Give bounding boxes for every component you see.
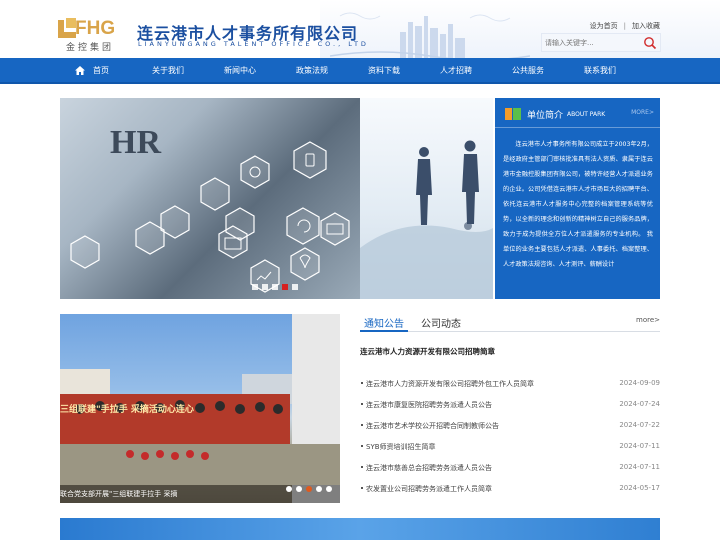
add-favorite-link[interactable]: 加入收藏 <box>632 22 660 30</box>
bullet-icon <box>361 487 363 489</box>
news-item-title: SYB师资培训招生简章 <box>366 443 436 451</box>
news-item[interactable]: SYB师资培训招生简章 2024-07-11 <box>360 440 660 454</box>
news-item-title: 连云港市康复医院招聘劳务派遣人员公告 <box>366 401 492 409</box>
hero-banner[interactable]: HR <box>60 98 493 299</box>
top-links: 设为首页 | 加入收藏 <box>590 21 660 31</box>
banner-dot[interactable] <box>292 284 298 290</box>
logo-subtitle: 金控集团 <box>66 43 115 53</box>
news-photo-slider[interactable]: 三组联建"手拉手 采摘活动心连心 联合党支部开展"三组联建手拉手 采摘 <box>60 314 340 503</box>
photo-dot[interactable] <box>326 486 332 492</box>
news-item-date: 2024-09-09 <box>619 379 660 387</box>
site-header: FHG 金控集团 连云港市人才事务所有限公司 LIANYUNGANG TALEN… <box>0 0 720 58</box>
page: FHG 金控集团 连云港市人才事务所有限公司 LIANYUNGANG TALEN… <box>0 0 720 540</box>
nav-label: 首页 <box>93 66 109 75</box>
set-homepage-link[interactable]: 设为首页 <box>590 22 618 30</box>
banner-dot[interactable] <box>262 284 268 290</box>
news-item-title: 连云港市慈善总会招聘劳务派遣人员公告 <box>366 464 492 472</box>
tab-company-news[interactable]: 公司动态 <box>421 315 461 330</box>
nav-item-downloads[interactable]: 资料下载 <box>368 58 400 84</box>
bullet-icon <box>361 424 363 426</box>
tab-notices[interactable]: 通知公告 <box>360 315 408 332</box>
news-item-date: 2024-07-11 <box>619 442 660 450</box>
news-item-date: 2024-05-17 <box>619 484 660 492</box>
news-item[interactable]: 连云港市慈善总会招聘劳务派遣人员公告 2024-07-11 <box>360 461 660 475</box>
nav-item-contact[interactable]: 联系我们 <box>584 58 616 84</box>
bullet-icon <box>361 466 363 468</box>
company-logo[interactable]: FHG 金控集团 <box>58 18 128 53</box>
bullet-icon <box>361 382 363 384</box>
news-more-link[interactable]: more> <box>636 316 660 324</box>
banner-dot[interactable] <box>252 284 258 290</box>
logo-mark-icon <box>58 18 76 38</box>
company-intro-panel: 单位简介 ABOUT PARK MORE> 连云港市人才事务所有限公司成立于20… <box>495 98 660 299</box>
photo-pagination <box>286 486 338 494</box>
news-headline[interactable]: 连云港市人力资源开发有限公司招聘简章 <box>360 346 495 357</box>
business-people-silhouettes <box>360 140 493 299</box>
bottom-banner-strip <box>60 518 660 540</box>
nav-item-policy[interactable]: 政策法规 <box>296 58 328 84</box>
about-park-icon <box>505 108 521 120</box>
banner-business-people-image <box>360 98 493 299</box>
search-icon[interactable] <box>643 36 657 50</box>
news-item-title: 农发置业公司招聘劳务派遣工作人员简章 <box>366 485 492 493</box>
nav-item-news[interactable]: 新闻中心 <box>224 58 256 84</box>
main-nav: 首页 关于我们 新闻中心 政策法规 资料下载 人才招聘 公共服务 联系我们 <box>0 58 720 84</box>
photo-dot-active[interactable] <box>306 486 312 492</box>
news-item-date: 2024-07-24 <box>619 400 660 408</box>
photo-banner-text: 三组联建"手拉手 采摘活动心连心 <box>60 405 194 415</box>
news-item[interactable]: 农发置业公司招聘劳务派遣工作人员简章 2024-05-17 <box>360 482 660 496</box>
search-box <box>541 33 661 52</box>
bullet-icon <box>361 403 363 405</box>
banner-dot-active[interactable] <box>282 284 288 290</box>
news-item[interactable]: 连云港市康复医院招聘劳务派遣人员公告 2024-07-24 <box>360 398 660 412</box>
site-name-en: LIANYUNGANG TALENT OFFICE CO., LTD <box>138 40 369 48</box>
nav-item-public-service[interactable]: 公共服务 <box>512 58 544 84</box>
intro-title-en: ABOUT PARK <box>567 111 606 118</box>
intro-header: 单位简介 ABOUT PARK MORE> <box>495 98 660 128</box>
search-input[interactable] <box>545 36 640 50</box>
city-skyline-illustration <box>330 12 530 58</box>
bullet-icon <box>361 445 363 447</box>
banner-hex-icons <box>70 141 350 293</box>
intro-text: 连云港市人才事务所有限公司成立于2003年2月，是经政府主管部门审核批准具有法人… <box>503 141 653 268</box>
news-item-date: 2024-07-11 <box>619 463 660 471</box>
nav-item-about[interactable]: 关于我们 <box>152 58 184 84</box>
intro-more-link[interactable]: MORE> <box>631 109 654 116</box>
top-links-separator: | <box>623 22 626 30</box>
banner-dot[interactable] <box>272 284 278 290</box>
photo-dot[interactable] <box>316 486 322 492</box>
photo-dot[interactable] <box>286 486 292 492</box>
news-item-title: 连云港市人力资源开发有限公司招聘外包工作人员简章 <box>366 380 534 388</box>
banner-hr-image: HR <box>60 98 360 299</box>
logo-letters: FHG <box>75 18 116 39</box>
news-item-date: 2024-07-22 <box>619 421 660 429</box>
nav-item-recruitment[interactable]: 人才招聘 <box>440 58 472 84</box>
news-item-title: 连云港市艺术学校公开招聘合同制教师公告 <box>366 422 499 430</box>
news-item[interactable]: 连云港市人力资源开发有限公司招聘外包工作人员简章 2024-09-09 <box>360 377 660 391</box>
news-tabs: 通知公告 公司动态 more> <box>360 314 660 332</box>
nav-item-home[interactable]: 首页 <box>75 58 109 84</box>
home-icon <box>75 66 85 75</box>
intro-title: 单位简介 <box>527 111 564 121</box>
news-item[interactable]: 连云港市艺术学校公开招聘合同制教师公告 2024-07-22 <box>360 419 660 433</box>
photo-dot[interactable] <box>296 486 302 492</box>
news-panel: 通知公告 公司动态 more> 连云港市人力资源开发有限公司招聘简章 连云港市人… <box>360 314 660 503</box>
photo-caption: 联合党支部开展"三组联建手拉手 采摘 <box>60 490 178 498</box>
